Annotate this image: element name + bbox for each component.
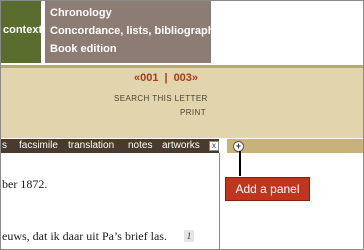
tab-artworks[interactable]: artworks [162,140,200,151]
close-panel-icon[interactable]: x [209,141,219,151]
line-number-marker[interactable]: 1 [184,230,194,242]
nav-section-context[interactable]: context [1,1,43,63]
letter-header-band: «001 | 003» SEARCH THIS LETTER PRINT [1,68,363,138]
tab-facsimile[interactable]: facsimile [19,140,58,151]
pager-separator: | [164,72,168,84]
letter-text-line: euws, dat ik daar uit Pa’s brief las. [2,229,167,243]
nav-menu: Chronology Concordance, lists, bibliogra… [45,1,221,63]
next-letter-link[interactable]: 003» [174,72,198,84]
nav-item-book-edition[interactable]: Book edition [50,40,211,58]
letter-text-line: ber 1872. [2,177,48,191]
tab-notes[interactable]: notes [128,140,152,151]
tab-text[interactable]: s [2,140,7,151]
nav-item-chronology[interactable]: Chronology [50,4,211,22]
prev-letter-link[interactable]: «001 [134,72,158,84]
callout-pointer [239,151,241,176]
tab-translation[interactable]: translation [68,140,114,151]
letter-viewer: context Chronology Concordance, lists, b… [0,0,364,250]
print-link[interactable]: PRINT [180,108,206,117]
nav-section-label: context [3,24,43,36]
panel-divider [219,153,220,249]
letter-pager: «001 | 003» [134,72,198,84]
new-panel-strip: + [227,139,363,153]
panel-tab-bar: s facsimile translation notes artworks x [1,139,219,153]
nav-item-concordance[interactable]: Concordance, lists, bibliography [50,22,221,40]
add-panel-callout: Add a panel [225,177,310,201]
search-letter-link[interactable]: SEARCH THIS LETTER [114,94,208,103]
